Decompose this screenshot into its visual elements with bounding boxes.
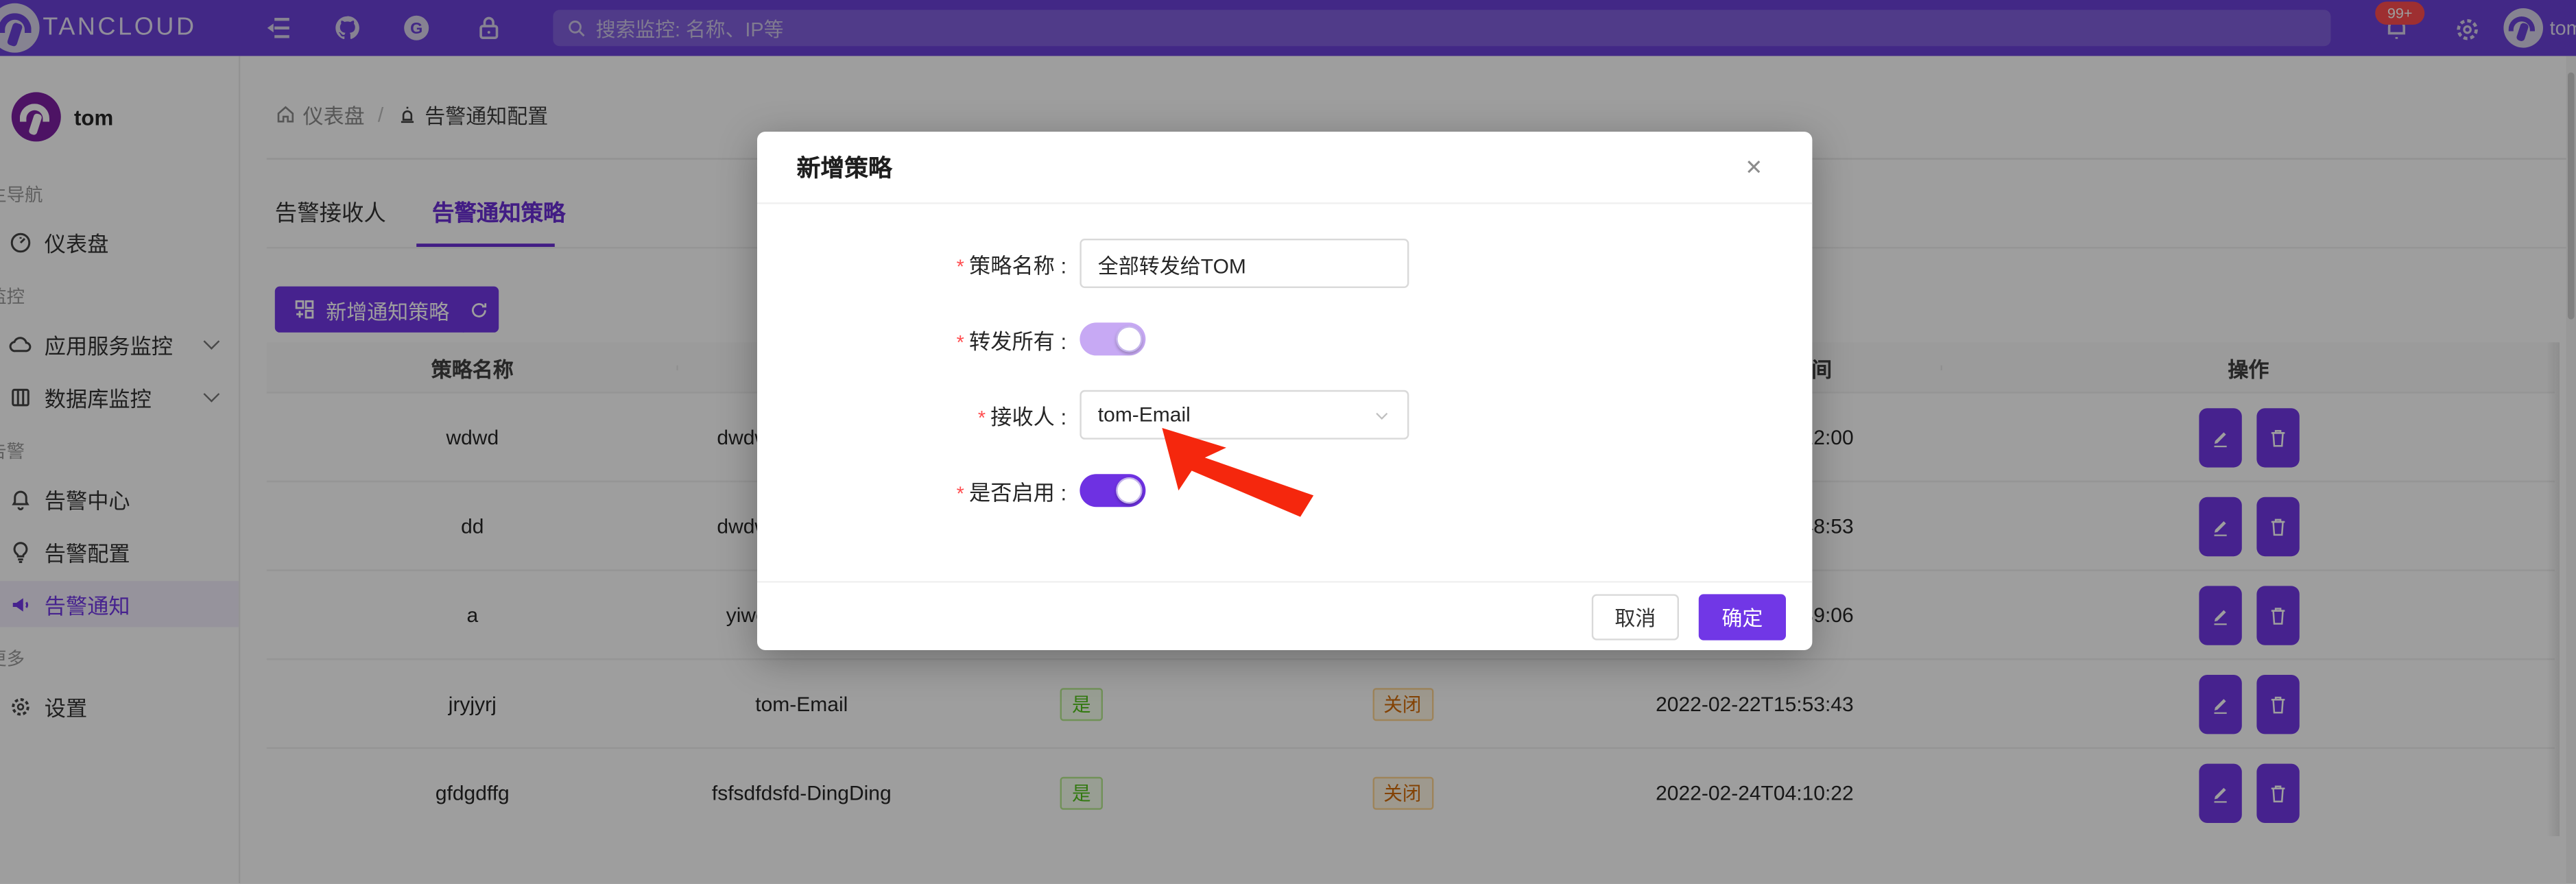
forward-all-toggle[interactable]	[1080, 322, 1145, 355]
modal-title: 新增策略	[797, 150, 892, 184]
required-mark: *	[957, 330, 964, 353]
add-policy-modal: 新增策略 ✕ *策略名称 : *转发所有 : *接收人 : tom-Email …	[757, 132, 1812, 650]
enable-toggle[interactable]	[1080, 474, 1145, 507]
confirm-button[interactable]: 确定	[1699, 593, 1786, 639]
close-icon[interactable]: ✕	[1735, 152, 1773, 182]
modal-footer: 取消 确定	[757, 581, 1812, 650]
form-row-forward-all: *转发所有 :	[757, 314, 1812, 363]
receiver-label: *接收人 :	[757, 399, 1080, 431]
form-row-policy-name: *策略名称 :	[757, 239, 1812, 288]
required-mark: *	[978, 406, 986, 429]
required-mark: *	[957, 254, 964, 278]
enable-label: *是否启用 :	[757, 475, 1080, 506]
app-window: TANCLOUD G 搜索监控: 名称、IP等 99+ tom	[0, 0, 2576, 884]
cancel-button[interactable]: 取消	[1592, 593, 1679, 639]
arrow-annotation	[1152, 425, 1325, 520]
required-mark: *	[957, 481, 964, 505]
policy-name-input[interactable]	[1080, 239, 1409, 288]
receiver-selected-value: tom-Email	[1098, 403, 1191, 427]
forward-all-label: *转发所有 :	[757, 324, 1080, 355]
policy-name-label: *策略名称 :	[757, 248, 1080, 279]
chevron-down-icon	[1373, 406, 1391, 424]
modal-header: 新增策略 ✕	[757, 132, 1812, 204]
